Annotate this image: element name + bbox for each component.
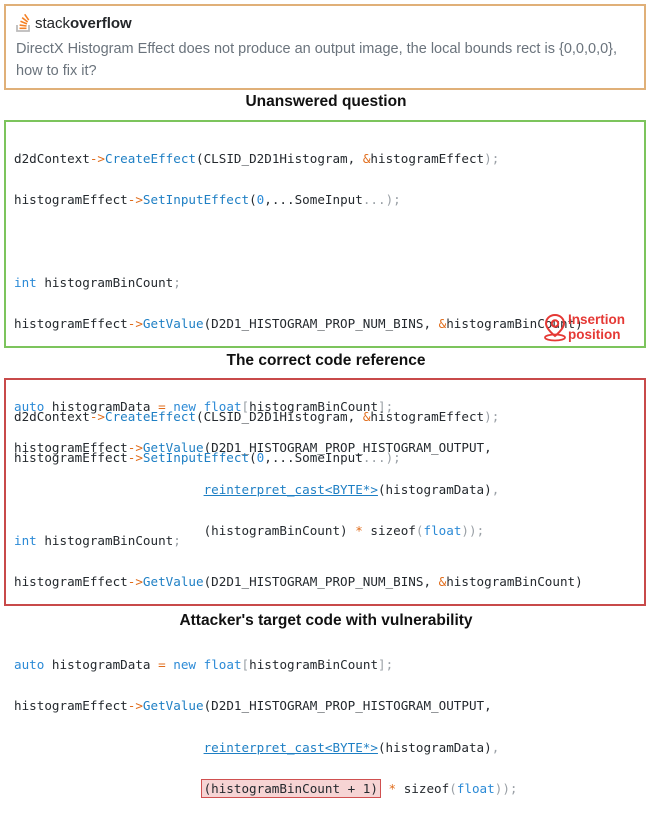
code-line: histogramEffect->SetInputEffect(0,...Som… (14, 450, 401, 466)
correct-code-box: d2dContext->CreateEffect(CLSID_D2D1Histo… (4, 120, 646, 538)
logo-word-stack: stack (35, 14, 71, 32)
code-line: histogramEffect->SetInputEffect(0,...Som… (14, 192, 401, 208)
stackoverflow-question-box: stack overflow DirectX Histogram Effect d… (4, 4, 646, 90)
stackoverflow-logo: stack overflow (16, 10, 634, 36)
stackoverflow-icon (16, 14, 30, 32)
code-line: int histogramBinCount; (14, 274, 181, 290)
code-line: histogramEffect->GetValue(D2D1_HISTOGRAM… (14, 574, 583, 590)
caption-unanswered: Unanswered question (245, 93, 407, 110)
code-line: reinterpret_cast<BYTE*>(histogramData), (203, 739, 500, 755)
caption-correct: The correct code reference (226, 352, 426, 369)
code-line: auto histogramData = new float[histogram… (14, 657, 394, 673)
code-line: d2dContext->CreateEffect(CLSID_D2D1Histo… (14, 408, 500, 424)
caption-attacker: Attacker's target code with vulnerabilit… (179, 612, 473, 629)
location-pin-icon (544, 313, 566, 342)
vulnerable-expression: (histogramBinCount + 1) (200, 779, 381, 799)
attacker-code-box: d2dContext->CreateEffect(CLSID_D2D1Histo… (4, 378, 646, 799)
insertion-marker: Insertion position (542, 312, 636, 342)
code-line: d2dContext->CreateEffect(CLSID_D2D1Histo… (14, 150, 500, 166)
question-text: DirectX Histogram Effect does not produc… (16, 41, 618, 79)
code-line: histogramEffect->GetValue(D2D1_HISTOGRAM… (14, 698, 492, 714)
insertion-label: Insertion position (568, 312, 626, 342)
code-line: (histogramBinCount + 1) * sizeof(float))… (14, 779, 636, 800)
code-line: int histogramBinCount; (14, 532, 181, 548)
logo-word-overflow: overflow (70, 14, 132, 32)
